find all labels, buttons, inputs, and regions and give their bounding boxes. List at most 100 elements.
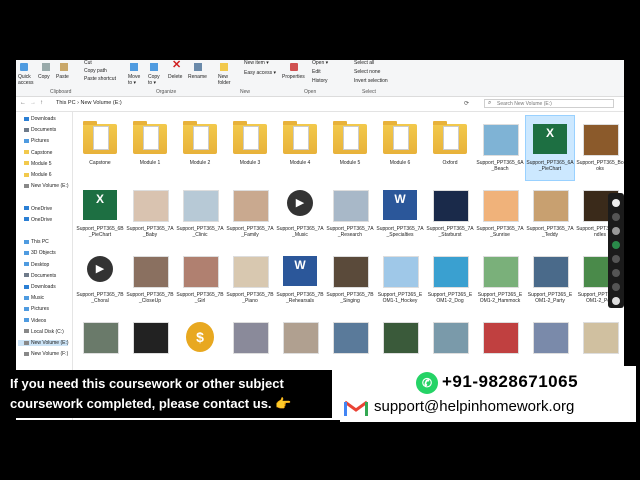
settings-icon[interactable] <box>612 297 620 305</box>
file-item[interactable]: W Support_PPT365_7A_Specialties <box>376 182 424 246</box>
file-item[interactable]: Support_PPT365_7A_Family <box>226 182 274 246</box>
nav-item[interactable]: OneDrive <box>24 206 52 212</box>
nav-item[interactable]: New Volume (E:) <box>24 183 69 189</box>
file-item[interactable]: Support_PPT365_7A_Teddy <box>526 182 574 246</box>
nav-item[interactable]: Desktop <box>24 262 49 268</box>
file-item[interactable]: Support_PPT365_6A_Beach <box>476 116 524 180</box>
word-file-icon: W <box>283 256 317 286</box>
invert-selection-button[interactable]: Invert selection <box>354 78 388 84</box>
nav-item[interactable]: Pictures <box>24 306 49 312</box>
pen-icon[interactable] <box>612 255 620 263</box>
file-item[interactable]: ▶ Support_PPT365_7A_Music <box>276 182 324 246</box>
nav-item[interactable]: Downloads <box>24 116 56 122</box>
file-item[interactable]: Support_PPT365_7A_Clinic <box>176 182 224 246</box>
open-button[interactable]: Open ▾ <box>312 60 328 66</box>
file-item[interactable]: W Support_PPT365_7B_Rehearsals <box>276 248 324 312</box>
nav-item[interactable]: This PC <box>24 239 49 245</box>
nav-item[interactable]: Pictures <box>24 138 49 144</box>
nav-item[interactable]: New Volume (F:) <box>24 351 68 357</box>
file-name: Module 5 <box>339 160 361 166</box>
nav-item[interactable]: Module 6 <box>24 172 52 178</box>
file-item[interactable] <box>276 314 324 378</box>
file-item[interactable]: Support_PPT365_7B_Singing <box>326 248 374 312</box>
breadcrumb-this-pc[interactable]: This PC <box>56 100 76 106</box>
nav-item[interactable]: Local Disk (C:) <box>24 329 64 335</box>
nav-item[interactable]: Documents <box>24 273 56 279</box>
file-item[interactable]: Oxford <box>426 116 474 180</box>
nav-item-icon <box>24 239 29 244</box>
copy-button[interactable]: Copy <box>38 74 50 80</box>
file-item[interactable]: X Support_PPT365_6B_PieChart <box>76 182 124 246</box>
file-item[interactable]: Support_PPT365_7B_CloseUp <box>126 248 174 312</box>
file-item[interactable]: Support_PPT365_EOM1-2_Hammock <box>476 248 524 312</box>
search-input[interactable]: Search New Volume (E:) <box>484 99 614 108</box>
move-to-button[interactable]: Move to ▾ <box>128 74 140 86</box>
nav-item-icon <box>24 116 29 121</box>
new-item-button[interactable]: New item ▾ <box>244 60 269 66</box>
record-icon[interactable] <box>612 213 620 221</box>
new-folder-button[interactable]: New folder <box>218 74 231 86</box>
file-item[interactable]: $ <box>176 314 224 378</box>
nav-item[interactable]: Videos <box>24 318 46 324</box>
paste-button[interactable]: Paste <box>56 74 69 80</box>
microphone-icon[interactable] <box>612 227 620 235</box>
camera-icon[interactable] <box>612 199 620 207</box>
file-item[interactable]: Support_PPT365_EOM1-2_Dog <box>426 248 474 312</box>
folder-icon <box>133 121 167 154</box>
delete-button[interactable]: Delete <box>168 74 182 80</box>
nav-item[interactable]: Documents <box>24 127 56 133</box>
address-bar[interactable]: ← → ↑ This PC › New Volume (E:) ⟳ Search… <box>16 97 624 112</box>
quick-access-button[interactable]: Quick access <box>18 74 34 86</box>
file-item[interactable]: ▶ Support_PPT365_7B_Choral <box>76 248 124 312</box>
nav-item[interactable]: 3D Objects <box>24 250 56 256</box>
file-item[interactable]: Support_PPT365_7B_Piano <box>226 248 274 312</box>
file-item[interactable] <box>76 314 124 378</box>
file-item[interactable]: Module 3 <box>226 116 274 180</box>
nav-item[interactable]: New Volume (E:) <box>18 340 69 346</box>
forward-arrow-icon[interactable]: → <box>30 100 36 106</box>
file-item[interactable] <box>226 314 274 378</box>
select-all-button[interactable]: Select all <box>354 60 374 66</box>
copy-to-button[interactable]: Copy to ▾ <box>148 74 160 86</box>
file-item[interactable]: Support_PPT365_EOM1-1_Hockey <box>376 248 424 312</box>
edit-button[interactable]: Edit <box>312 69 321 75</box>
pause-icon[interactable] <box>612 283 620 291</box>
rename-button[interactable]: Rename <box>188 74 207 80</box>
easy-access-button[interactable]: Easy access ▾ <box>244 70 276 76</box>
eraser-icon[interactable] <box>612 269 620 277</box>
file-item[interactable]: Module 4 <box>276 116 324 180</box>
refresh-icon[interactable]: ⟳ <box>464 100 469 107</box>
properties-button[interactable]: Properties <box>282 74 305 80</box>
nav-item[interactable]: Music <box>24 295 44 301</box>
file-item[interactable]: Module 6 <box>376 116 424 180</box>
file-item[interactable] <box>126 314 174 378</box>
file-item[interactable]: X Support_PPT365_6A_PieChart <box>525 115 575 181</box>
up-arrow-icon[interactable]: ↑ <box>40 100 43 106</box>
nav-item[interactable]: Downloads <box>24 284 56 290</box>
copy-path-button[interactable]: Copy path <box>84 68 107 74</box>
file-item[interactable]: Support_PPT365_7A_Research <box>326 182 374 246</box>
cut-button[interactable]: Cut <box>84 60 92 66</box>
file-item[interactable]: Support_PPT365_Books <box>576 116 624 180</box>
file-item[interactable]: Support_PPT365_7A_Sunrise <box>476 182 524 246</box>
nav-item-icon <box>24 183 29 188</box>
file-item[interactable]: Support_PPT365_7A_Starburst <box>426 182 474 246</box>
back-arrow-icon[interactable]: ← <box>20 100 26 106</box>
history-button[interactable]: History <box>312 78 328 84</box>
nav-item-icon <box>24 273 29 278</box>
file-item[interactable]: Module 1 <box>126 116 174 180</box>
file-item[interactable]: Module 2 <box>176 116 224 180</box>
file-item[interactable]: Support_PPT365_7B_Girl <box>176 248 224 312</box>
pin-icon <box>20 63 28 71</box>
file-item[interactable]: Capstone <box>76 116 124 180</box>
nav-item[interactable]: Capstone <box>24 150 52 156</box>
select-none-button[interactable]: Select none <box>354 69 380 75</box>
breadcrumb-volume[interactable]: New Volume (E:) <box>80 100 121 106</box>
file-item[interactable]: Support_PPT365_7A_Baby <box>126 182 174 246</box>
file-item[interactable]: Support_PPT365_EOM1-2_Party <box>526 248 574 312</box>
nav-item[interactable]: Module 5 <box>24 161 52 167</box>
breadcrumb[interactable]: This PC › New Volume (E:) <box>56 100 122 106</box>
file-item[interactable]: Module 5 <box>326 116 374 180</box>
nav-item[interactable]: OneDrive <box>24 217 52 223</box>
paste-shortcut-button[interactable]: Paste shortcut <box>84 76 116 82</box>
